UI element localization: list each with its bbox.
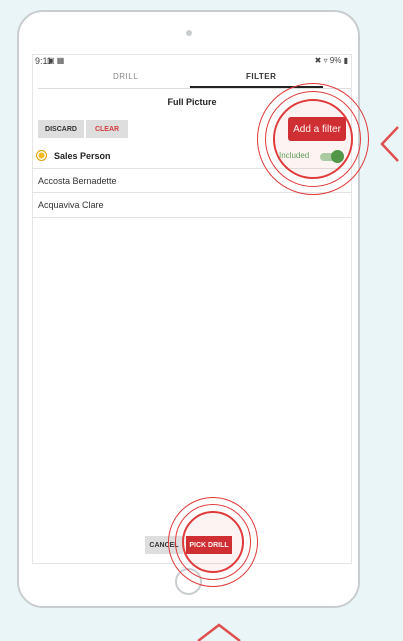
list-item[interactable]: Acquaviva Clare [33,192,351,218]
status-bar: 9:11 ▣ ▦ ✖ ▿ 9% ▮ [33,55,351,68]
home-button[interactable] [175,568,202,595]
chevron-up-icon [197,623,241,641]
tab-filter[interactable]: FILTER [246,72,276,81]
list-item-label: Accosta Bernadette [38,176,117,186]
page-title: Full Picture [167,97,217,107]
notification-icons: ▣ ▦ [47,56,65,65]
camera-icon [186,30,192,36]
clear-button[interactable]: CLEAR [86,120,128,138]
list-item-label: Acquaviva Clare [38,200,104,210]
filter-name: Sales Person [54,151,111,161]
filter-dot-icon [36,150,47,161]
filter-status-label: Included [279,151,310,160]
header-divider [38,88,351,89]
list-item[interactable]: Accosta Bernadette [33,168,351,193]
cancel-button[interactable]: CANCEL [145,536,183,554]
pick-drill-button[interactable]: PICK DRILL [186,536,232,554]
chevron-left-icon [380,126,399,162]
filter-row[interactable]: Sales Person Included [33,144,351,168]
app-screen: 9:11 ▣ ▦ ✖ ▿ 9% ▮ DRILL FILTER Full Pict… [32,54,352,564]
discard-button[interactable]: DISCARD [38,120,84,138]
tab-drill[interactable]: DRILL [113,72,138,81]
add-filter-button[interactable]: Add a filter [288,117,346,141]
system-status-icons: ✖ ▿ 9% ▮ [314,56,348,65]
toggle-knob[interactable] [331,150,344,163]
